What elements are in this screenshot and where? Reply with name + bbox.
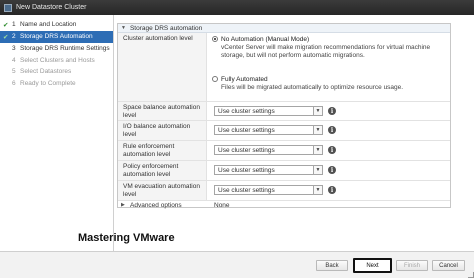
space-balance-select[interactable]: Use cluster settings ▼ [214,106,323,116]
policy-enforcement-select[interactable]: Use cluster settings ▼ [214,165,323,175]
step-label: Storage DRS Automation [20,33,93,40]
policy-enforcement-label: Policy enforcement automation level [123,163,179,178]
step-label: Select Datastores [20,68,72,75]
title-bar: New Datastore Cluster [0,0,474,15]
dropdown-arrow-icon[interactable]: ▼ [313,186,322,194]
main-content: ▼ Storage DRS automation Cluster automat… [114,15,469,251]
no-automation-radio[interactable] [212,36,218,42]
row-label-cell [118,33,207,101]
finish-button: Finish [396,260,428,271]
rule-enforcement-select[interactable]: Use cluster settings ▼ [214,145,323,155]
cancel-button[interactable]: Cancel [432,260,465,271]
io-balance-label: I/O balance automation level [123,123,191,138]
info-icon[interactable]: i [328,146,336,154]
info-icon[interactable]: i [328,166,336,174]
rule-enforcement-row: Rule enforcement automation level Use cl… [118,141,450,161]
datastore-cluster-icon [4,3,12,12]
watermark-text: Mastering VMware [78,232,175,244]
select-value: Use cluster settings [218,146,275,154]
fully-automated-radio[interactable] [212,76,218,82]
no-automation-description: vCenter Server will make migration recom… [221,44,431,59]
io-balance-select[interactable]: Use cluster settings ▼ [214,125,323,135]
info-icon[interactable]: i [328,107,336,115]
step-number: 6 [12,79,16,87]
info-icon[interactable]: i [328,186,336,194]
wizard-footer: Back Next Finish Cancel [0,251,474,278]
storage-drs-automation-panel: ▼ Storage DRS automation Cluster automat… [117,23,451,209]
cluster-automation-label: Cluster automation level [123,35,193,42]
fully-automated-title: Fully Automated [221,76,268,83]
vm-evacuation-row: VM evacuation automation level Use clust… [118,181,450,201]
step-storage-drs-runtime-settings[interactable]: 3 Storage DRS Runtime Settings [0,43,113,55]
rule-enforcement-label: Rule enforcement automation level [123,143,175,158]
dropdown-arrow-icon[interactable]: ▼ [313,126,322,134]
step-select-clusters-and-hosts: 4 Select Clusters and Hosts [0,55,113,67]
info-icon[interactable]: i [328,126,336,134]
check-icon: ✔ [3,22,9,29]
step-label: Ready to Complete [20,79,76,87]
step-label: Select Clusters and Hosts [20,56,95,64]
step-number: 3 [12,45,16,52]
policy-enforcement-row: Policy enforcement automation level Use … [118,161,450,181]
step-select-datastores: 5 Select Datastores [0,66,113,78]
advanced-options-row[interactable]: ▶ Advanced options None [118,201,450,209]
step-number: 1 [12,21,16,28]
section-header[interactable]: ▼ Storage DRS automation [118,24,450,33]
dropdown-arrow-icon[interactable]: ▼ [313,107,322,115]
step-name-and-location[interactable]: ✔ 1 Name and Location [0,19,113,31]
resize-grip-icon[interactable] [468,272,474,278]
collapse-triangle-icon[interactable]: ▼ [121,25,126,31]
step-label: Name and Location [20,21,77,28]
back-button[interactable]: Back [316,260,348,271]
expand-triangle-icon[interactable]: ▶ [121,202,125,208]
section-title: Storage DRS automation [129,24,203,32]
dropdown-arrow-icon[interactable]: ▼ [313,166,322,174]
select-value: Use cluster settings [218,107,275,115]
advanced-options-value: None [214,201,230,209]
step-storage-drs-automation[interactable]: ✔ 2 Storage DRS Automation [0,31,113,43]
wizard-steps: ✔ 1 Name and Location ✔ 2 Storage DRS Au… [0,15,114,251]
step-number: 4 [12,56,16,64]
vm-evacuation-label: VM evacuation automation level [123,183,200,198]
step-number: 2 [12,33,16,40]
select-value: Use cluster settings [218,126,275,134]
advanced-options-label: Advanced options [130,201,182,209]
space-balance-label: Space balance automation level [123,104,200,119]
step-number: 5 [12,68,16,75]
fully-automated-description: Files will be migrated automatically to … [221,84,404,91]
next-button[interactable]: Next [353,258,392,273]
step-ready-to-complete: 6 Ready to Complete [0,78,113,90]
vm-evacuation-select[interactable]: Use cluster settings ▼ [214,185,323,195]
select-value: Use cluster settings [218,166,275,174]
space-balance-row: Space balance automation level Use clust… [118,102,450,121]
check-icon: ✔ [3,34,9,41]
select-value: Use cluster settings [218,186,275,194]
io-balance-row: I/O balance automation level Use cluster… [118,121,450,141]
step-label: Storage DRS Runtime Settings [20,45,110,52]
cluster-automation-row: Cluster automation level No Automation (… [118,33,450,102]
window-title: New Datastore Cluster [16,4,87,11]
no-automation-title: No Automation (Manual Mode) [221,36,310,43]
dropdown-arrow-icon[interactable]: ▼ [313,146,322,154]
